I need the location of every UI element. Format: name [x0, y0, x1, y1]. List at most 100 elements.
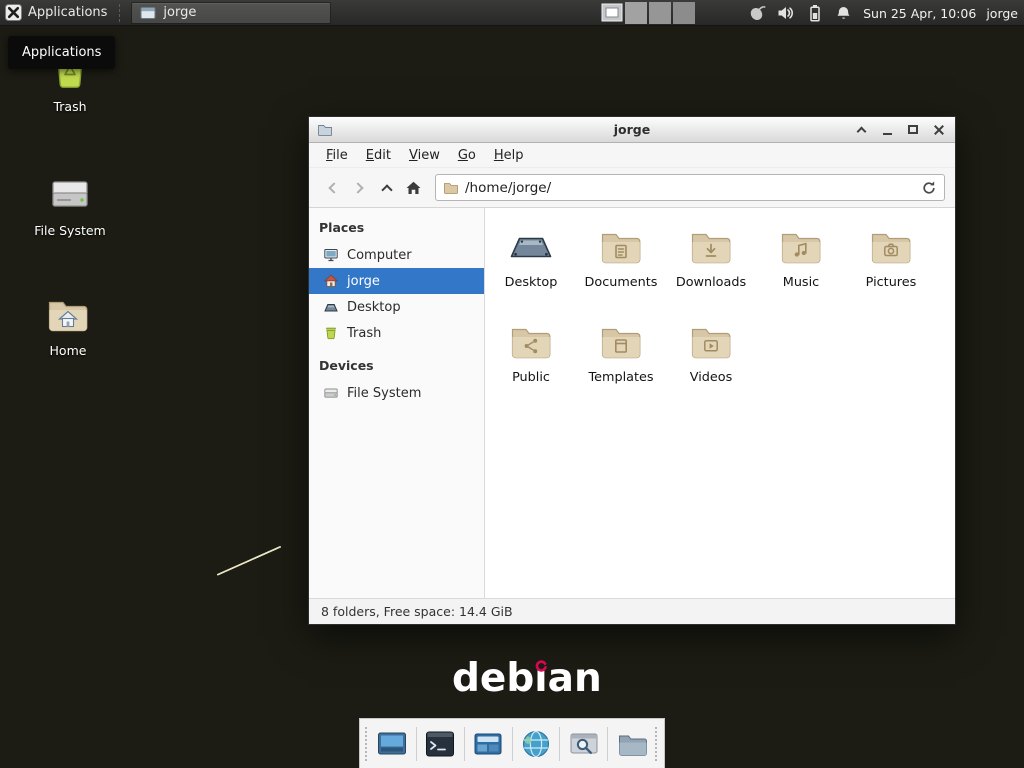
- file-manager-launcher[interactable]: [613, 723, 650, 765]
- drive-icon: [46, 170, 94, 218]
- location-bar[interactable]: [435, 174, 945, 201]
- minimize-button[interactable]: [879, 122, 895, 138]
- show-desktop-icon: [376, 728, 408, 760]
- app-finder-launcher[interactable]: [565, 723, 602, 765]
- debian-swirl-icon: [535, 660, 547, 672]
- window-toolbar: [309, 168, 955, 208]
- home-folder-icon: [44, 290, 92, 338]
- house-icon: [323, 273, 339, 289]
- sidebar-item-label: Trash: [347, 326, 381, 341]
- terminal-icon: [424, 728, 456, 760]
- panel-separator: [119, 4, 125, 22]
- menu-help[interactable]: Help: [485, 145, 533, 166]
- location-bar-input[interactable]: [465, 180, 915, 196]
- desktop-icon-label: File System: [18, 223, 122, 238]
- chevron-up-icon: [381, 184, 392, 195]
- music-folder-icon: [777, 222, 825, 270]
- tray-placeholder-icon[interactable]: [673, 2, 695, 24]
- file-videos[interactable]: Videos: [667, 317, 755, 385]
- file-label: Desktop: [487, 275, 575, 290]
- dock-handle[interactable]: [655, 727, 659, 761]
- computer-icon: [323, 247, 339, 263]
- taskbar-window-label: jorge: [163, 5, 196, 20]
- desktop-artifact-line: [217, 546, 282, 576]
- file-view[interactable]: Desktop Documents: [485, 208, 955, 598]
- places-header: Places: [309, 216, 484, 242]
- back-button[interactable]: [319, 175, 346, 201]
- file-label: Downloads: [667, 275, 755, 290]
- desktop: Applications jorge: [0, 0, 1024, 768]
- window-icon: [140, 5, 156, 21]
- app-finder-icon: [568, 728, 600, 760]
- panel-settings-launcher[interactable]: [470, 723, 507, 765]
- desktop-icon-home[interactable]: Home: [16, 290, 120, 358]
- show-desktop-button[interactable]: [374, 723, 411, 765]
- reload-button[interactable]: [921, 180, 937, 196]
- panel-username[interactable]: jorge: [986, 6, 1018, 21]
- terminal-launcher[interactable]: [422, 723, 459, 765]
- battery-icon[interactable]: [805, 4, 824, 23]
- status-text: 8 folders, Free space: 14.4 GiB: [321, 604, 513, 619]
- bell-icon[interactable]: [834, 4, 853, 23]
- file-pictures[interactable]: Pictures: [847, 222, 935, 290]
- debian-wordmark: debıan: [452, 658, 602, 701]
- system-tray: [601, 2, 695, 24]
- file-label: Music: [757, 275, 845, 290]
- tray-placeholder-icon[interactable]: [625, 2, 647, 24]
- dock-separator: [607, 727, 608, 761]
- close-button[interactable]: [931, 122, 947, 138]
- window-titlebar[interactable]: jorge: [309, 117, 955, 143]
- up-button[interactable]: [373, 175, 400, 201]
- sidebar-item-label: Computer: [347, 248, 412, 263]
- file-documents[interactable]: Documents: [577, 222, 665, 290]
- forward-button[interactable]: [346, 175, 373, 201]
- pictures-folder-icon: [867, 222, 915, 270]
- wordmark-text: an: [548, 658, 602, 701]
- folder-icon: [443, 180, 459, 196]
- panel-clock[interactable]: Sun 25 Apr, 10:06: [863, 6, 976, 21]
- sidebar-item-label: File System: [347, 386, 421, 401]
- menu-go[interactable]: Go: [449, 145, 485, 166]
- trash-icon: [323, 325, 339, 341]
- shade-button[interactable]: [853, 122, 869, 138]
- desktop-icon-label: Trash: [18, 99, 122, 114]
- mouse-icon[interactable]: [747, 4, 766, 23]
- wordmark-i: ı: [534, 658, 547, 701]
- downloads-folder-icon: [687, 222, 735, 270]
- sidebar-item-jorge[interactable]: jorge: [309, 268, 484, 294]
- dock-separator: [464, 727, 465, 761]
- home-button[interactable]: [400, 175, 427, 201]
- sidebar-item-desktop[interactable]: Desktop: [309, 294, 484, 320]
- menu-edit[interactable]: Edit: [357, 145, 400, 166]
- taskbar-window-button[interactable]: jorge: [131, 2, 331, 24]
- display-icon[interactable]: [601, 2, 623, 24]
- file-music[interactable]: Music: [757, 222, 845, 290]
- volume-icon[interactable]: [776, 4, 795, 23]
- file-public[interactable]: Public: [487, 317, 575, 385]
- dock-handle[interactable]: [365, 727, 369, 761]
- file-desktop[interactable]: Desktop: [487, 222, 575, 290]
- web-browser-launcher[interactable]: [517, 723, 554, 765]
- file-label: Videos: [667, 370, 755, 385]
- desktop-icon-file-system[interactable]: File System: [18, 170, 122, 238]
- tray-placeholder-icon[interactable]: [649, 2, 671, 24]
- file-downloads[interactable]: Downloads: [667, 222, 755, 290]
- chevron-right-icon: [352, 182, 363, 193]
- applications-menu-button[interactable]: Applications: [0, 0, 117, 26]
- dock-separator: [512, 727, 513, 761]
- dock-separator: [559, 727, 560, 761]
- applications-tooltip: Applications: [8, 36, 115, 69]
- chevron-left-icon: [328, 182, 339, 193]
- maximize-button[interactable]: [905, 122, 921, 138]
- menu-file[interactable]: File: [317, 145, 357, 166]
- file-label: Public: [487, 370, 575, 385]
- videos-folder-icon: [687, 317, 735, 365]
- desktop-icon: [507, 222, 555, 270]
- sidebar-item-file-system[interactable]: File System: [309, 380, 484, 406]
- menu-view[interactable]: View: [400, 145, 449, 166]
- file-label: Pictures: [847, 275, 935, 290]
- file-templates[interactable]: Templates: [577, 317, 665, 385]
- sidebar-item-computer[interactable]: Computer: [309, 242, 484, 268]
- sidebar-item-trash[interactable]: Trash: [309, 320, 484, 346]
- places-sidebar: Places Computer jorge Desktop Trash: [309, 208, 485, 598]
